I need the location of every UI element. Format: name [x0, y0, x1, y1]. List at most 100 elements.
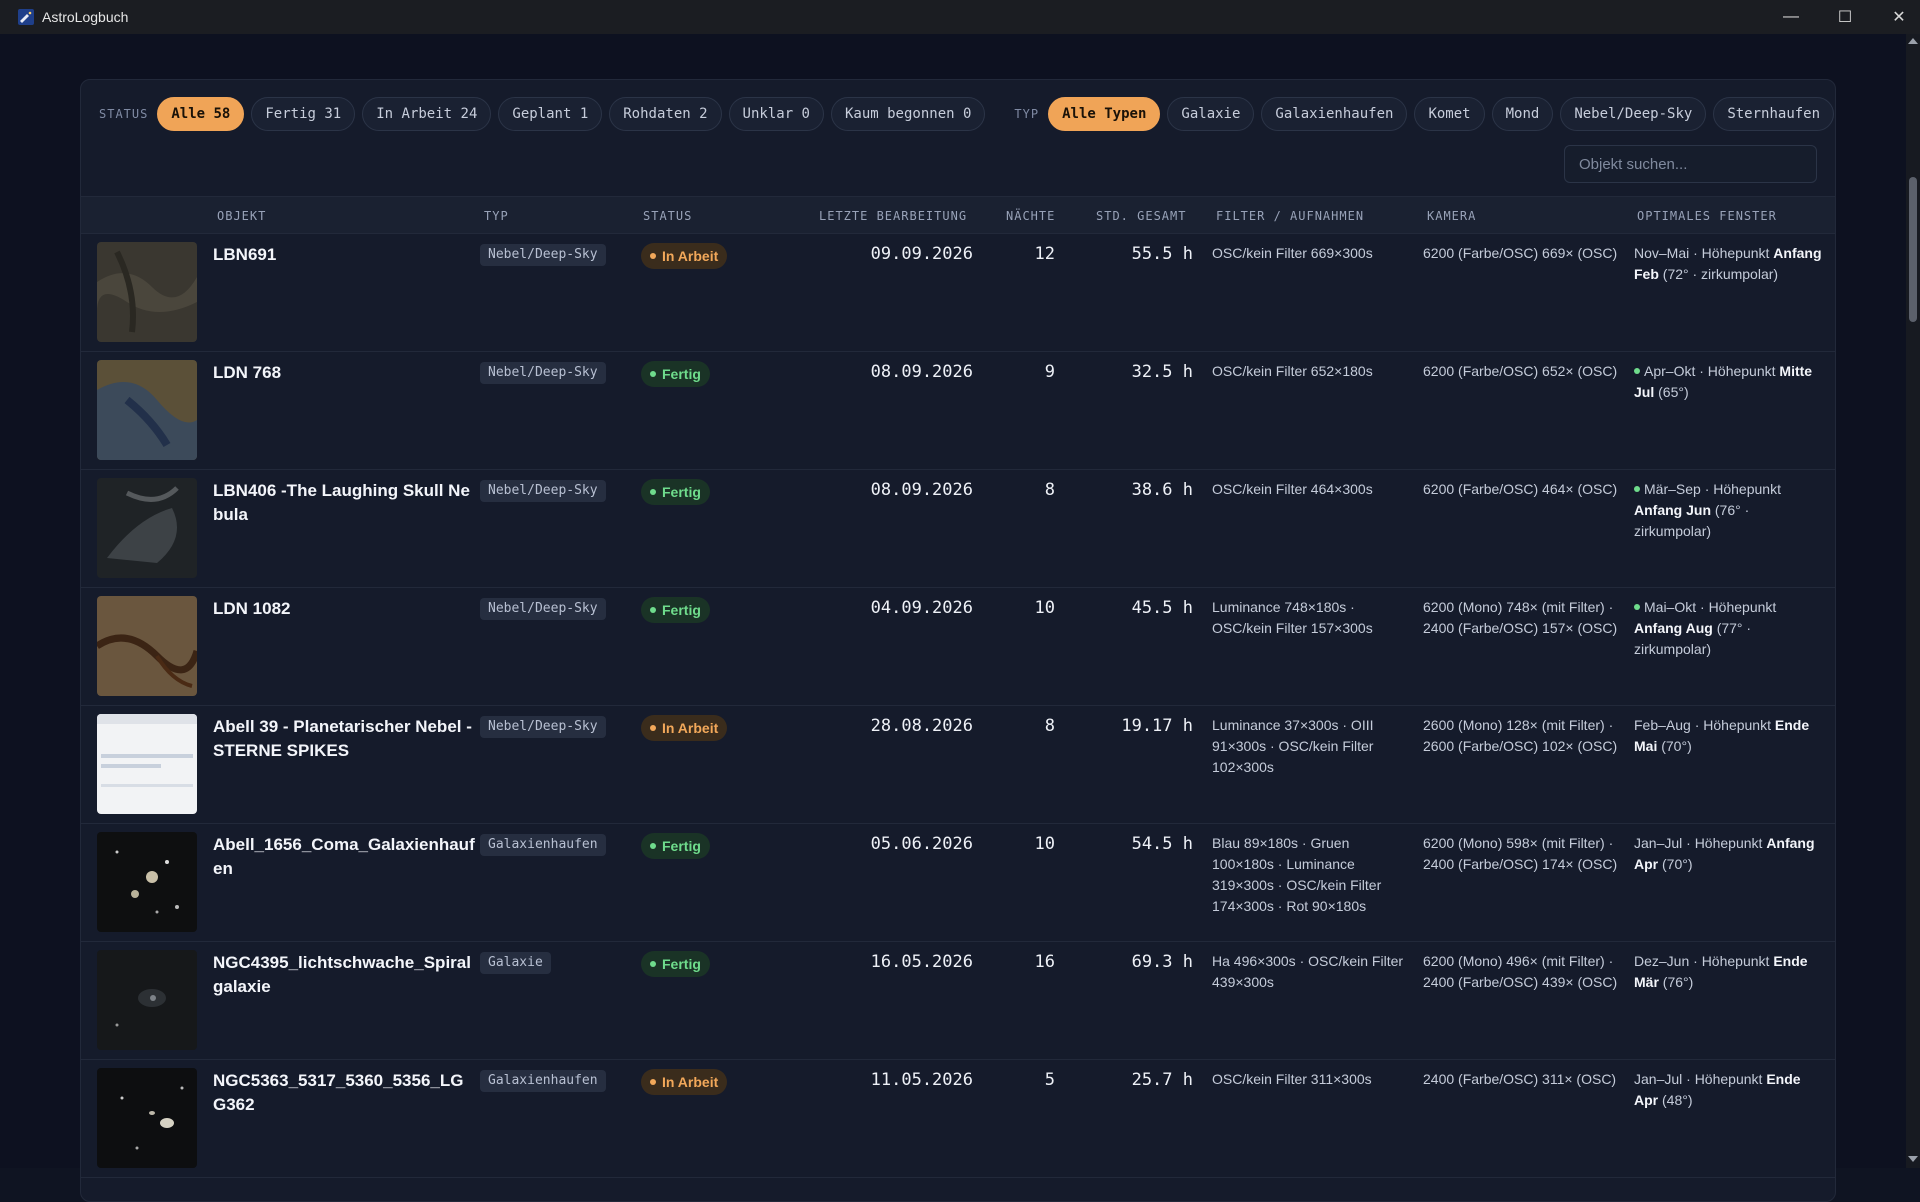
window-title: AstroLogbuch: [42, 9, 129, 25]
object-thumbnail[interactable]: [97, 242, 197, 342]
status-chip-unklar[interactable]: Unklar 0: [728, 97, 824, 131]
filter-exposures: OSC/kein Filter 669×300s: [1212, 245, 1373, 261]
close-button[interactable]: ✕: [1872, 0, 1920, 34]
object-thumbnail[interactable]: [97, 478, 197, 578]
window-peak: Anfang Jun: [1634, 502, 1711, 518]
filter-exposures: Luminance 748×180s · OSC/kein Filter 157…: [1212, 599, 1373, 636]
status-dot-icon: [650, 371, 656, 377]
object-name[interactable]: LDN 1082: [213, 597, 475, 621]
status-dot-icon: [650, 843, 656, 849]
window-range: Mai–Okt · Höhepunkt: [1644, 599, 1777, 615]
camera-info: 6200 (Farbe/OSC) 464× (OSC): [1423, 481, 1618, 497]
type-chip-galaxienhaufen[interactable]: Galaxienhaufen: [1261, 97, 1408, 131]
object-name[interactable]: Abell_1656_Coma_Galaxienhaufen: [213, 833, 475, 881]
type-chip-alle-typen[interactable]: Alle Typen: [1048, 97, 1161, 131]
window-range: Nov–Mai · Höhepunkt: [1634, 245, 1774, 261]
total-hours: 69.3 h: [1131, 952, 1193, 972]
telescope-app-icon: [18, 9, 34, 25]
scroll-down-icon[interactable]: [1908, 1156, 1918, 1162]
object-thumbnail[interactable]: [97, 714, 197, 814]
object-thumbnail[interactable]: [97, 832, 197, 932]
column-header-optimales-fenster[interactable]: OPTIMALES FENSTER: [1637, 209, 1777, 223]
column-header-std-gesamt[interactable]: STD. GESAMT: [1096, 209, 1186, 223]
table-row[interactable]: LBN406 -The Laughing Skull Nebula Nebel/D…: [81, 470, 1835, 588]
object-name[interactable]: Abell 39 - Planetarischer Nebel - STERNE…: [213, 715, 475, 763]
last-edited-date: 16.05.2026: [870, 952, 973, 972]
column-header-filter[interactable]: FILTER / AUFNAHMEN: [1216, 209, 1364, 223]
camera-info: 6200 (Farbe/OSC) 669× (OSC): [1423, 245, 1618, 261]
status-dot-icon: [650, 253, 656, 259]
filter-exposures: OSC/kein Filter 311×300s: [1212, 1071, 1372, 1087]
table-row[interactable]: NGC4395_lichtschwache_Spiralgalaxie Galax…: [81, 942, 1835, 1060]
scroll-up-icon[interactable]: [1908, 38, 1918, 44]
type-chip-mond[interactable]: Mond: [1491, 97, 1554, 131]
total-hours: 54.5 h: [1131, 834, 1193, 854]
filter-exposures: Blau 89×180s · Gruen 100×180s · Luminanc…: [1212, 835, 1382, 914]
visible-now-dot-icon: [1634, 604, 1640, 610]
type-chip-komet[interactable]: Komet: [1414, 97, 1485, 131]
table-row[interactable]: Abell_1656_Coma_Galaxienhaufen Galaxienha…: [81, 824, 1835, 942]
status-chip-fertig[interactable]: Fertig 31: [251, 97, 356, 131]
status-chip-kaum-begonnen[interactable]: Kaum begonnen 0: [830, 97, 986, 131]
table-row[interactable]: Abell 39 - Planetarischer Nebel - STERNE…: [81, 706, 1835, 824]
column-header-letzte-bearbeitung[interactable]: LETZTE BEARBEITUNG: [819, 209, 967, 223]
column-header-naechte[interactable]: NÄCHTE: [1006, 209, 1055, 223]
status-chip-in-arbeit[interactable]: In Arbeit 24: [362, 97, 492, 131]
last-edited-date: 04.09.2026: [870, 598, 973, 618]
status-dot-icon: [650, 489, 656, 495]
type-badge: Nebel/Deep-Sky: [480, 598, 606, 620]
window-range: Feb–Aug · Höhepunkt: [1634, 717, 1775, 733]
table-row[interactable]: LDN 1082 Nebel/Deep-Sky Fertig 04.09.2026 10…: [81, 588, 1835, 706]
window-altitude: (48°): [1658, 1092, 1693, 1108]
object-name[interactable]: LBN406 -The Laughing Skull Nebula: [213, 479, 475, 527]
status-dot-icon: [650, 725, 656, 731]
camera-info: 6200 (Farbe/OSC) 652× (OSC): [1423, 363, 1618, 379]
last-edited-date: 08.09.2026: [870, 362, 973, 382]
vertical-scrollbar[interactable]: [1906, 34, 1920, 1168]
camera-info: 2400 (Farbe/OSC) 311× (OSC): [1423, 1071, 1617, 1087]
object-name[interactable]: LBN691: [213, 243, 475, 267]
status-label: In Arbeit: [662, 248, 719, 264]
status-dot-icon: [650, 607, 656, 613]
minimize-button[interactable]: —: [1764, 0, 1818, 34]
optimal-window: Apr–Okt · Höhepunkt Mitte Jul (65°): [1634, 361, 1824, 403]
camera-info: 2600 (Mono) 128× (mit Filter) · 2600 (Fa…: [1423, 717, 1618, 754]
object-thumbnail[interactable]: [97, 1068, 197, 1168]
status-chip-rohdaten[interactable]: Rohdaten 2: [609, 97, 722, 131]
column-header-objekt[interactable]: OBJEKT: [217, 209, 266, 223]
object-thumbnail[interactable]: [97, 596, 197, 696]
visible-now-dot-icon: [1634, 368, 1640, 374]
status-chip-geplant[interactable]: Geplant 1: [498, 97, 603, 131]
type-chip-sternhaufen[interactable]: Sternhaufen: [1713, 97, 1835, 131]
column-header-status[interactable]: STATUS: [643, 209, 692, 223]
optimal-window: Jan–Jul · Höhepunkt Ende Apr (48°): [1634, 1069, 1824, 1111]
object-thumbnail[interactable]: [97, 950, 197, 1050]
window-altitude: (70°): [1657, 738, 1692, 754]
maximize-button[interactable]: ☐: [1818, 0, 1872, 34]
object-name[interactable]: NGC5363_5317_5360_5356_LGG362: [213, 1069, 475, 1117]
window-peak: Anfang Aug: [1634, 620, 1713, 636]
table-row[interactable]: LBN691 Nebel/Deep-Sky In Arbeit 09.09.2026 1…: [81, 234, 1835, 352]
object-name[interactable]: NGC4395_lichtschwache_Spiralgalaxie: [213, 951, 475, 999]
column-header-typ[interactable]: TYP: [484, 209, 509, 223]
status-chip-alle[interactable]: Alle 58: [157, 97, 245, 131]
total-hours: 55.5 h: [1131, 244, 1193, 264]
last-edited-date: 08.09.2026: [870, 480, 973, 500]
nights-count: 12: [1034, 244, 1055, 264]
optimal-window: Mai–Okt · Höhepunkt Anfang Aug (77° · zi…: [1634, 597, 1824, 660]
type-chip-galaxie[interactable]: Galaxie: [1167, 97, 1255, 131]
type-chip-nebel[interactable]: Nebel/Deep-Sky: [1560, 97, 1707, 131]
scrollbar-thumb[interactable]: [1909, 177, 1917, 322]
window-range: Dez–Jun · Höhepunkt: [1634, 953, 1774, 969]
object-name[interactable]: LDN 768: [213, 361, 475, 385]
object-thumbnail[interactable]: [97, 360, 197, 460]
filter-exposures: OSC/kein Filter 652×180s: [1212, 363, 1373, 379]
search-input[interactable]: [1564, 145, 1817, 183]
nights-count: 10: [1034, 598, 1055, 618]
table-row[interactable]: LDN 768 Nebel/Deep-Sky Fertig 08.09.2026 9 32…: [81, 352, 1835, 470]
status-label: Fertig: [662, 484, 701, 500]
optimal-window: Dez–Jun · Höhepunkt Ende Mär (76°): [1634, 951, 1824, 993]
column-header-kamera[interactable]: KAMERA: [1427, 209, 1476, 223]
window-range: Jan–Jul · Höhepunkt: [1634, 1071, 1767, 1087]
table-row[interactable]: NGC5363_5317_5360_5356_LGG362 Galaxienhau…: [81, 1060, 1835, 1178]
